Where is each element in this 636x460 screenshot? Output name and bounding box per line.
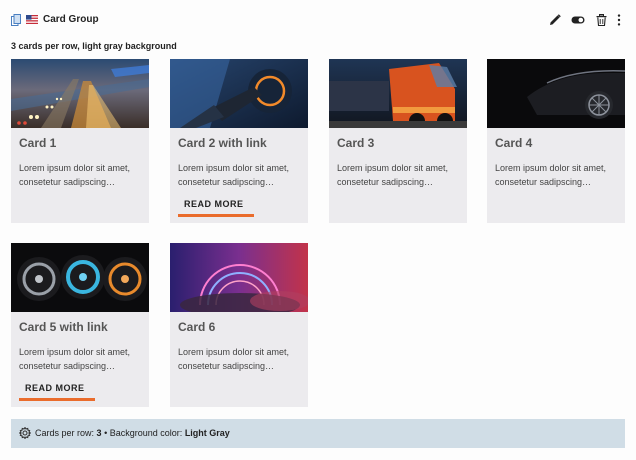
card-title: Card 4: [495, 136, 533, 150]
card-6: Card 6 Lorem ipsum dolor sit amet, conse…: [170, 243, 308, 407]
dark-car-photo: [487, 59, 625, 128]
card-1: Card 1 Lorem ipsum dolor sit amet, conse…: [11, 59, 149, 223]
card-2: Card 2 with link Lorem ipsum dolor sit a…: [170, 59, 308, 223]
highway-traffic-photo: [11, 59, 149, 128]
pencil-icon: [550, 14, 561, 25]
card-text: Lorem ipsum dolor sit amet, consetetur s…: [495, 163, 607, 187]
card-5: Card 5 with link Lorem ipsum dolor sit a…: [11, 243, 149, 407]
card-title: Card 1: [19, 136, 57, 150]
card-text: Lorem ipsum dolor sit amet, consetetur s…: [178, 347, 290, 371]
read-more-link[interactable]: READ MORE: [19, 383, 95, 401]
component-header: Card Group: [0, 0, 636, 40]
component-subtitle: 3 cards per row, light gray background: [11, 41, 177, 51]
more-vertical-icon: [617, 14, 621, 26]
card-title: Card 6: [178, 320, 216, 334]
read-more-link[interactable]: READ MORE: [178, 199, 254, 217]
cards-per-row-label: Cards per row:: [35, 428, 95, 438]
background-color-value: Light Gray: [184, 428, 230, 438]
card-title: Card 5 with link: [19, 320, 108, 334]
edit-button[interactable]: [548, 13, 562, 27]
card-text: Lorem ipsum dolor sit amet, consetetur s…: [19, 347, 131, 371]
card-text: Lorem ipsum dolor sit amet, consetetur s…: [178, 163, 290, 187]
wheel-rims-photo: [11, 243, 149, 312]
component-title: Card Group: [43, 14, 99, 25]
card-text: Lorem ipsum dolor sit amet, consetetur s…: [337, 163, 449, 187]
gear-icon: [19, 427, 31, 439]
truck-photo: [329, 59, 467, 128]
toggle-icon: [571, 16, 585, 24]
ev-charging-photo: [170, 59, 308, 128]
more-options-button[interactable]: [612, 13, 626, 27]
separator-dot: •: [104, 428, 108, 438]
us-flag-icon: [26, 15, 38, 24]
trash-icon: [596, 14, 606, 26]
cards-per-row-value: 3: [96, 428, 102, 438]
delete-button[interactable]: [594, 13, 608, 27]
card-title: Card 3: [337, 136, 375, 150]
toggle-button[interactable]: [571, 13, 585, 27]
card-3: Card 3 Lorem ipsum dolor sit amet, conse…: [329, 59, 467, 223]
settings-summary-bar: Cards per row: 3 • Background color: Lig…: [11, 419, 625, 448]
card-4: Card 4 Lorem ipsum dolor sit amet, conse…: [487, 59, 625, 223]
card-text: Lorem ipsum dolor sit amet, consetetur s…: [19, 163, 131, 187]
card-title: Card 2 with link: [178, 136, 267, 150]
settings-summary-text: Cards per row: 3 • Background color: Lig…: [35, 428, 230, 438]
background-color-label: Background color:: [109, 428, 183, 438]
document-copy-icon: [11, 14, 21, 26]
neon-rings-photo: [170, 243, 308, 312]
